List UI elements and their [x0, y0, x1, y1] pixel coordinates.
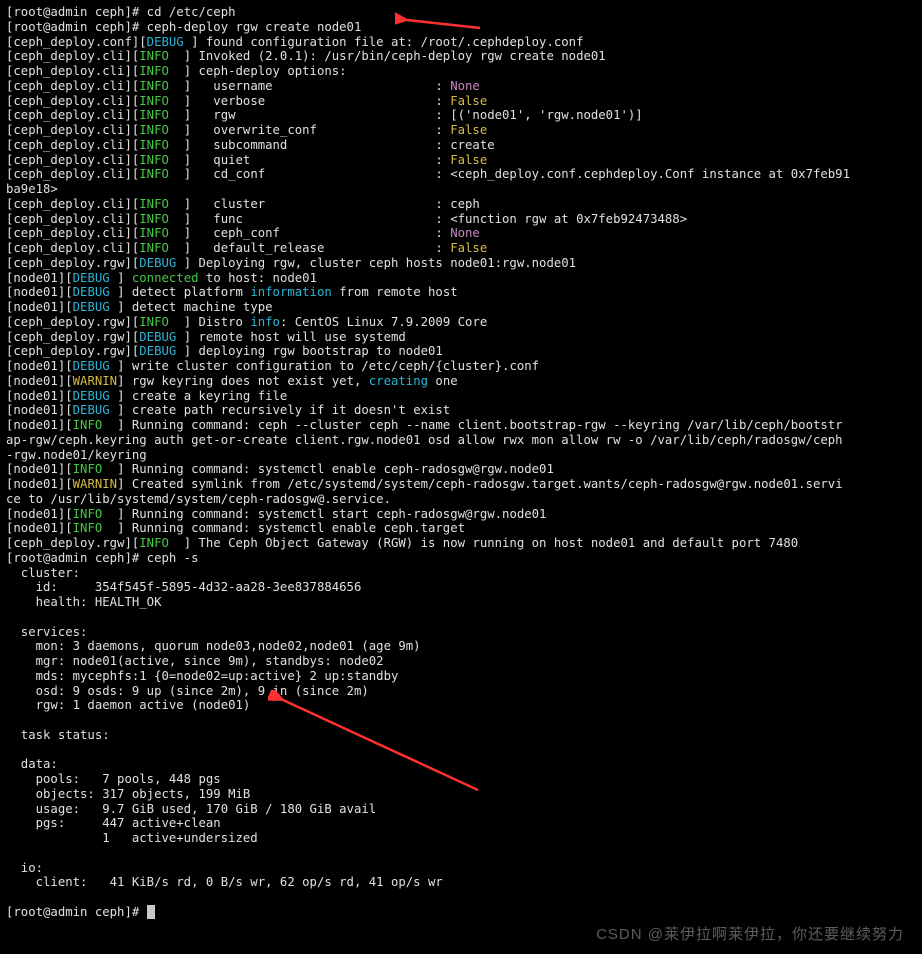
terminal-line: [node01][WARNIN] rgw keyring does not ex… — [6, 374, 916, 389]
terminal-line: [root@admin ceph]# ceph -s — [6, 551, 916, 566]
terminal-line: rgw: 1 daemon active (node01) — [6, 698, 916, 713]
terminal-line: [node01][INFO ] Running command: systemc… — [6, 521, 916, 536]
terminal-output: [root@admin ceph]# cd /etc/ceph[root@adm… — [0, 0, 922, 925]
terminal-line: [ceph_deploy.cli][INFO ] default_release… — [6, 241, 916, 256]
terminal-line: cluster: — [6, 566, 916, 581]
terminal-line: [node01][INFO ] Running command: systemc… — [6, 507, 916, 522]
cursor — [147, 905, 155, 919]
terminal-line: [node01][WARNIN] Created symlink from /e… — [6, 477, 916, 492]
terminal-line: mgr: node01(active, since 9m), standbys:… — [6, 654, 916, 669]
terminal-line: osd: 9 osds: 9 up (since 2m), 9 in (sinc… — [6, 684, 916, 699]
terminal-line: objects: 317 objects, 199 MiB — [6, 787, 916, 802]
terminal-line: data: — [6, 757, 916, 772]
terminal-line: 1 active+undersized — [6, 831, 916, 846]
terminal-line — [6, 610, 916, 625]
terminal-line: mds: mycephfs:1 {0=node02=up:active} 2 u… — [6, 669, 916, 684]
terminal-line: [root@admin ceph]# — [6, 905, 916, 920]
terminal-line: [ceph_deploy.cli][INFO ] subcommand : cr… — [6, 138, 916, 153]
terminal-line: services: — [6, 625, 916, 640]
terminal-line: [node01][DEBUG ] write cluster configura… — [6, 359, 916, 374]
terminal-line: [node01][DEBUG ] connected to host: node… — [6, 271, 916, 286]
terminal-line: [ceph_deploy.cli][INFO ] func : <functio… — [6, 212, 916, 227]
terminal-line: [node01][DEBUG ] create path recursively… — [6, 403, 916, 418]
terminal-line: [ceph_deploy.cli][INFO ] username : None — [6, 79, 916, 94]
terminal-line: usage: 9.7 GiB used, 170 GiB / 180 GiB a… — [6, 802, 916, 817]
terminal-line: [root@admin ceph]# cd /etc/ceph — [6, 5, 916, 20]
terminal-line: [ceph_deploy.rgw][DEBUG ] deploying rgw … — [6, 344, 916, 359]
terminal-line — [6, 890, 916, 905]
terminal-line: task status: — [6, 728, 916, 743]
terminal-line: [ceph_deploy.cli][INFO ] cd_conf : <ceph… — [6, 167, 916, 182]
terminal-line: [ceph_deploy.cli][INFO ] cluster : ceph — [6, 197, 916, 212]
terminal-line: ce to /usr/lib/systemd/system/ceph-rados… — [6, 492, 916, 507]
terminal-line: id: 354f545f-5895-4d32-aa28-3ee837884656 — [6, 580, 916, 595]
terminal-line: [node01][DEBUG ] detect machine type — [6, 300, 916, 315]
terminal-line: [ceph_deploy.cli][INFO ] ceph_conf : Non… — [6, 226, 916, 241]
terminal-line: ap-rgw/ceph.keyring auth get-or-create c… — [6, 433, 916, 448]
terminal-line: [ceph_deploy.cli][INFO ] Invoked (2.0.1)… — [6, 49, 916, 64]
terminal-line — [6, 713, 916, 728]
terminal-line: [ceph_deploy.rgw][INFO ] Distro info: Ce… — [6, 315, 916, 330]
terminal-line: [ceph_deploy.rgw][DEBUG ] Deploying rgw,… — [6, 256, 916, 271]
terminal-line: [ceph_deploy.rgw][DEBUG ] remote host wi… — [6, 330, 916, 345]
terminal-line: pools: 7 pools, 448 pgs — [6, 772, 916, 787]
terminal-line: [ceph_deploy.rgw][INFO ] The Ceph Object… — [6, 536, 916, 551]
terminal-line: health: HEALTH_OK — [6, 595, 916, 610]
watermark: CSDN @莱伊拉啊莱伊拉，你还要继续努力 — [596, 926, 904, 944]
terminal-line: [node01][INFO ] Running command: ceph --… — [6, 418, 916, 433]
terminal-line: pgs: 447 active+clean — [6, 816, 916, 831]
terminal-line: [ceph_deploy.cli][INFO ] verbose : False — [6, 94, 916, 109]
terminal-line: mon: 3 daemons, quorum node03,node02,nod… — [6, 639, 916, 654]
terminal-line: client: 41 KiB/s rd, 0 B/s wr, 62 op/s r… — [6, 875, 916, 890]
terminal-line: [node01][INFO ] Running command: systemc… — [6, 462, 916, 477]
terminal-line: io: — [6, 861, 916, 876]
terminal-line — [6, 846, 916, 861]
terminal-line — [6, 743, 916, 758]
terminal-line: [root@admin ceph]# ceph-deploy rgw creat… — [6, 20, 916, 35]
terminal-line: [ceph_deploy.cli][INFO ] overwrite_conf … — [6, 123, 916, 138]
terminal-line: [node01][DEBUG ] detect platform informa… — [6, 285, 916, 300]
terminal-line: [ceph_deploy.cli][INFO ] ceph-deploy opt… — [6, 64, 916, 79]
terminal-line: ba9e18> — [6, 182, 916, 197]
terminal-line: [ceph_deploy.cli][INFO ] quiet : False — [6, 153, 916, 168]
terminal-line: [ceph_deploy.conf][DEBUG ] found configu… — [6, 35, 916, 50]
terminal-line: [ceph_deploy.cli][INFO ] rgw : [('node01… — [6, 108, 916, 123]
terminal-line: -rgw.node01/keyring — [6, 448, 916, 463]
terminal-line: [node01][DEBUG ] create a keyring file — [6, 389, 916, 404]
